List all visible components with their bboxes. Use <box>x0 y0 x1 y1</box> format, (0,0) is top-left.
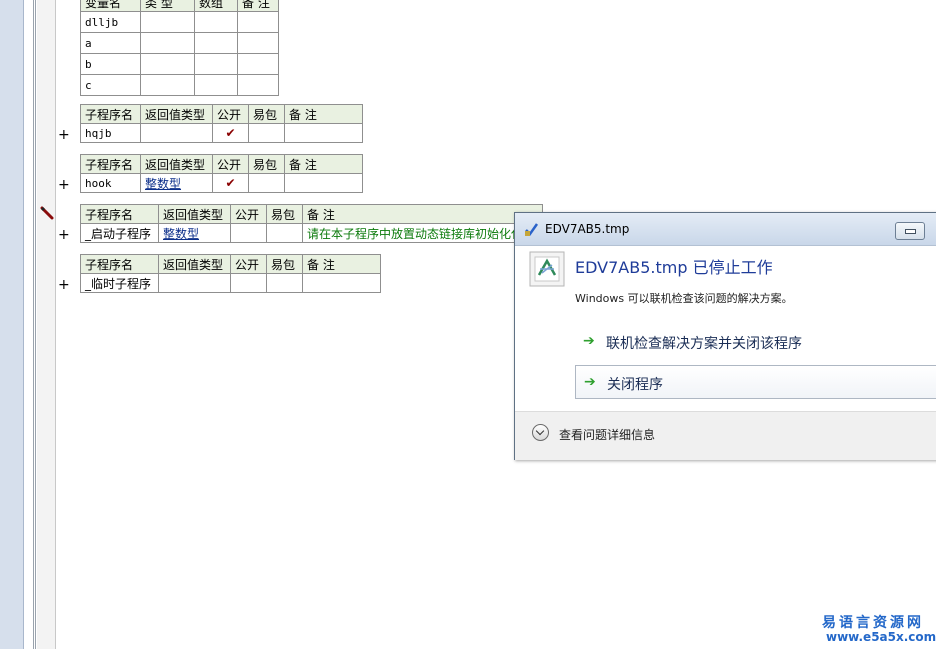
subroutine-table-hqjb: 子程序名 返回值类型 公开 易包 备 注 hqjb ✔ <box>80 104 363 143</box>
remark-cell[interactable]: 请在本子程序中放置动态链接库初始化代码 <box>302 223 543 243</box>
variable-name-cell[interactable]: dlljb <box>80 11 141 33</box>
watermark-url: www.e5a5x.com <box>826 630 936 644</box>
return-type-cell[interactable]: 整数型 <box>158 223 231 243</box>
expand-icon[interactable]: + <box>58 128 70 142</box>
col-header: 公开 <box>212 154 249 174</box>
col-header: 返回值类型 <box>158 254 231 274</box>
variable-table: 变量名 类 型 数组 备 注 dlljb a b c <box>80 0 279 96</box>
minimize-button[interactable] <box>895 222 925 240</box>
view-details-link[interactable]: 查看问题详细信息 <box>559 426 655 443</box>
dialog-subtext: Windows 可以联机检查该问题的解决方案。 <box>575 292 793 305</box>
col-header: 易包 <box>266 204 303 224</box>
col-header: 类 型 <box>140 0 195 12</box>
subroutine-name-cell[interactable]: hqjb <box>80 123 141 143</box>
green-arrow-icon: ➔ <box>584 374 596 390</box>
col-header: 返回值类型 <box>140 104 213 124</box>
application-icon <box>529 251 565 287</box>
watermark-title: 易语言资源网 <box>822 615 924 631</box>
col-header: 易包 <box>248 104 285 124</box>
subroutine-name-cell[interactable]: _启动子程序 <box>80 223 159 243</box>
subroutine-table-temp: 子程序名 返回值类型 公开 易包 备 注 _临时子程序 <box>80 254 381 293</box>
breakpoint-gutter[interactable] <box>24 0 34 649</box>
app-window-icon <box>525 223 539 236</box>
dialog-titlebar[interactable]: EDV7AB5.tmp <box>515 213 936 246</box>
variable-name-cell[interactable]: b <box>80 53 141 75</box>
remark-cell[interactable] <box>302 273 381 293</box>
col-header: 备 注 <box>284 154 363 174</box>
col-header: 公开 <box>230 254 267 274</box>
col-header: 备 注 <box>302 204 543 224</box>
col-header: 公开 <box>212 104 249 124</box>
return-type-cell[interactable] <box>140 123 213 143</box>
variable-name-cell[interactable]: a <box>80 32 141 54</box>
col-header: 易包 <box>266 254 303 274</box>
green-arrow-icon: ➔ <box>583 333 595 349</box>
close-program-button[interactable]: ➔ 关闭程序 <box>575 365 936 399</box>
left-margin-bar <box>0 0 24 649</box>
public-check-icon[interactable] <box>230 273 267 293</box>
return-type-cell[interactable]: 整数型 <box>140 173 213 193</box>
subroutine-table-startup: 子程序名 返回值类型 公开 易包 备 注 _启动子程序 整数型 请在本子程序中放… <box>80 204 543 243</box>
variable-name-cell[interactable]: c <box>80 74 141 96</box>
dialog-heading: EDV7AB5.tmp 已停止工作 <box>575 258 773 277</box>
col-header: 子程序名 <box>80 154 141 174</box>
col-header: 备 注 <box>284 104 363 124</box>
expand-icon[interactable]: + <box>58 178 70 192</box>
dialog-footer: 查看问题详细信息 <box>515 411 936 460</box>
col-header: 子程序名 <box>80 254 159 274</box>
col-header: 备 注 <box>237 0 279 12</box>
return-type-cell[interactable] <box>158 273 231 293</box>
col-header: 返回值类型 <box>158 204 231 224</box>
line-gutter <box>37 0 56 649</box>
remark-cell[interactable] <box>284 123 363 143</box>
chevron-down-icon[interactable] <box>532 424 549 441</box>
subroutine-table-hook: 子程序名 返回值类型 公开 易包 备 注 hook 整数型 ✔ <box>80 154 363 193</box>
col-header: 备 注 <box>302 254 381 274</box>
col-header: 返回值类型 <box>140 154 213 174</box>
col-header: 子程序名 <box>80 104 141 124</box>
check-online-button[interactable]: ➔ 联机检查解决方案并关闭该程序 <box>575 325 936 359</box>
gutter-divider <box>35 0 36 649</box>
expand-icon[interactable]: + <box>58 228 70 242</box>
col-header: 子程序名 <box>80 204 159 224</box>
public-check-icon[interactable] <box>230 223 267 243</box>
error-dialog: EDV7AB5.tmp EDV7AB5.tmp 已停止工作 Windows 可以… <box>514 212 936 460</box>
subroutine-name-cell[interactable]: hook <box>80 173 141 193</box>
expand-icon[interactable]: + <box>58 278 70 292</box>
public-check-icon[interactable]: ✔ <box>212 123 249 143</box>
dialog-title: EDV7AB5.tmp <box>545 222 630 236</box>
public-check-icon[interactable]: ✔ <box>212 173 249 193</box>
col-header: 易包 <box>248 154 285 174</box>
col-header: 变量名 <box>80 0 141 12</box>
subroutine-name-cell[interactable]: _临时子程序 <box>80 273 159 293</box>
remark-cell[interactable] <box>284 173 363 193</box>
pencil-icon <box>40 206 54 220</box>
col-header: 公开 <box>230 204 267 224</box>
col-header: 数组 <box>194 0 238 12</box>
